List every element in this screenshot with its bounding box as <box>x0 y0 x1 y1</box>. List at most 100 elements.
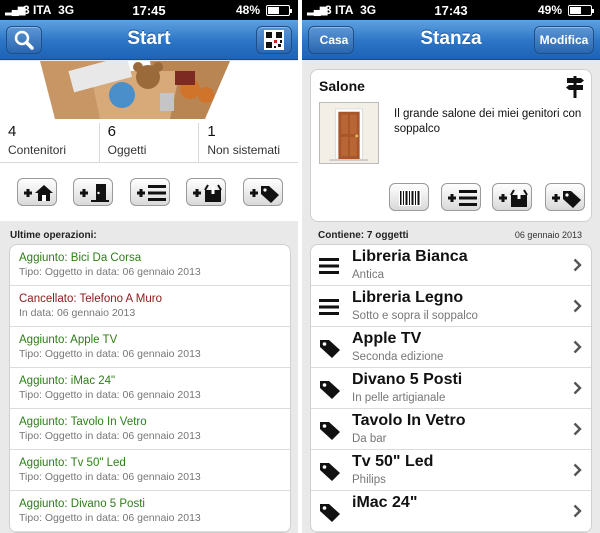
operation-title: Aggiunto: Tv 50" Led <box>19 457 126 469</box>
table-row[interactable]: Libreria Legno Sotto e sopra il soppalco <box>311 286 591 327</box>
barcode-icon <box>399 190 421 206</box>
table-row[interactable]: Libreria Bianca Antica <box>311 245 591 286</box>
item-subtitle: Sotto e sopra il soppalco <box>352 310 478 322</box>
add-door-icon <box>80 184 109 202</box>
contents-date: 06 gennaio 2013 <box>514 230 582 240</box>
add-shelf-icon <box>137 185 166 201</box>
item-subtitle: In pelle artigianale <box>352 392 446 404</box>
operation-title: Aggiunto: Apple TV <box>19 334 118 346</box>
table-row[interactable]: iMac 24" <box>311 491 591 532</box>
item-title: Libreria Legno <box>352 289 464 306</box>
list-item[interactable]: Aggiunto: iMac 24" Tipo: Oggetto in data… <box>10 368 290 409</box>
item-title: Tv 50" Led <box>352 453 434 470</box>
item-title: Tavolo In Vetro <box>352 412 466 429</box>
room-description: Il grande salone dei miei genitori con s… <box>394 108 582 135</box>
add-shelf-icon <box>448 190 477 206</box>
add-house-button[interactable] <box>17 178 57 206</box>
item-subtitle: Antica <box>352 269 384 281</box>
list-item[interactable]: Aggiunto: Tv 50" Led Tipo: Oggetto in da… <box>10 450 290 491</box>
operation-detail: Tipo: Oggetto in data: 06 gennaio 2013 <box>19 471 201 483</box>
edit-button[interactable]: Modifica <box>534 26 594 54</box>
stat-containers[interactable]: 4 Contenitori <box>0 123 100 162</box>
stat-value: 4 <box>8 123 17 140</box>
add-container-button[interactable] <box>492 183 532 211</box>
stat-value: 6 <box>107 123 117 140</box>
list-item[interactable]: Aggiunto: Bici Da Corsa Tipo: Oggetto in… <box>10 245 290 286</box>
add-object-button[interactable] <box>243 178 283 206</box>
table-row[interactable]: Tv 50" Led Philips <box>311 450 591 491</box>
chevron-right-icon <box>573 381 582 395</box>
recent-operations-heading: Ultime operazioni: <box>10 230 97 241</box>
add-container-button[interactable] <box>186 178 226 206</box>
stat-unsorted[interactable]: 1 Non sistemati <box>199 123 298 162</box>
chevron-right-icon <box>573 258 582 272</box>
tag-icon <box>319 379 341 404</box>
stat-label: Oggetti <box>107 143 147 157</box>
door-thumbnail[interactable] <box>319 102 379 164</box>
table-row[interactable]: Divano 5 Posti In pelle artigianale <box>311 368 591 409</box>
item-title: Divano 5 Posti <box>352 371 463 388</box>
page-title: Start <box>127 28 171 49</box>
summary-panel: 4 Contenitori 6 Oggetti 1 Non sistemati <box>0 61 298 221</box>
table-row[interactable]: Tavolo In Vetro Da bar <box>311 409 591 450</box>
nav-bar: Start <box>0 20 298 60</box>
operation-detail: Tipo: Oggetto in data: 06 gennaio 2013 <box>19 430 201 442</box>
operation-title: Aggiunto: Tavolo In Vetro <box>19 416 147 428</box>
tag-icon <box>319 502 341 527</box>
table-row[interactable]: Apple TV Seconda edizione <box>311 327 591 368</box>
item-title: Apple TV <box>352 330 422 347</box>
tag-icon <box>319 461 341 486</box>
add-object-button[interactable] <box>545 183 585 211</box>
add-shelf-button[interactable] <box>130 178 170 206</box>
room-card: Salone Il grande salone dei miei genitor… <box>310 69 592 222</box>
list-item[interactable]: Aggiunto: Divano 5 Posti Tipo: Oggetto i… <box>10 491 290 532</box>
status-bar: ▂▄▆ 3 ITA 3G 17:45 48% <box>0 0 298 20</box>
operation-title: Aggiunto: Divano 5 Posti <box>19 498 145 510</box>
stats-row: 4 Contenitori 6 Oggetti 1 Non sistemati <box>0 123 298 163</box>
shelf-icon <box>319 256 339 281</box>
item-subtitle: Seconda edizione <box>352 351 444 363</box>
item-title: Libreria Bianca <box>352 248 468 265</box>
contents-count: Contiene: 7 oggetti <box>318 230 409 241</box>
quick-actions <box>0 178 298 208</box>
battery-percent: 49% <box>537 3 562 17</box>
add-shelf-button[interactable] <box>441 183 481 211</box>
list-item[interactable]: Aggiunto: Apple TV Tipo: Oggetto in data… <box>10 327 290 368</box>
battery-percent: 48% <box>235 3 260 17</box>
battery-icon <box>568 5 594 16</box>
stat-objects[interactable]: 6 Oggetti <box>100 123 200 162</box>
operation-detail: Tipo: Oggetto in data: 06 gennaio 2013 <box>19 266 201 278</box>
stat-label: Contenitori <box>8 143 67 157</box>
operation-detail: Tipo: Oggetto in data: 06 gennaio 2013 <box>19 512 201 524</box>
operation-detail: Tipo: Oggetto in data: 06 gennaio 2013 <box>19 348 201 360</box>
list-item[interactable]: Cancellato: Telefono A Muro In data: 06 … <box>10 286 290 327</box>
status-bar: ▂▄▆ 3 ITA 3G 17:43 49% <box>302 0 600 20</box>
operation-detail: Tipo: Oggetto in data: 06 gennaio 2013 <box>19 389 201 401</box>
add-house-icon <box>24 185 53 201</box>
add-box-icon <box>499 189 528 207</box>
add-box-icon <box>193 184 222 202</box>
operation-title: Aggiunto: Bici Da Corsa <box>19 252 142 264</box>
start-screen: ▂▄▆ 3 ITA 3G 17:45 48% Start 4 Contenito… <box>0 0 298 533</box>
room-screen: ▂▄▆ 3 ITA 3G 17:43 49% Casa Stanza Modif… <box>302 0 600 533</box>
tag-icon <box>319 420 341 445</box>
room-name: Salone <box>319 78 365 94</box>
signpost-icon[interactable] <box>565 74 585 98</box>
list-item[interactable]: Aggiunto: Tavolo In Vetro Tipo: Oggetto … <box>10 409 290 450</box>
operation-title: Cancellato: Telefono A Muro <box>19 293 162 305</box>
add-room-button[interactable] <box>73 178 113 206</box>
shelf-icon <box>319 297 339 322</box>
tag-icon <box>319 338 341 363</box>
add-tag-icon <box>250 186 279 203</box>
moving-box-illustration <box>40 61 230 119</box>
room-actions <box>311 183 591 213</box>
chevron-right-icon <box>573 463 582 477</box>
battery-icon <box>266 5 292 16</box>
recent-operations-list: Aggiunto: Bici Da Corsa Tipo: Oggetto in… <box>9 244 291 533</box>
chevron-right-icon <box>573 504 582 518</box>
qr-scan-button[interactable] <box>256 26 292 54</box>
chevron-right-icon <box>573 340 582 354</box>
item-subtitle: Philips <box>352 474 386 486</box>
barcode-button[interactable] <box>389 183 429 211</box>
operation-detail: In data: 06 gennaio 2013 <box>19 307 136 319</box>
